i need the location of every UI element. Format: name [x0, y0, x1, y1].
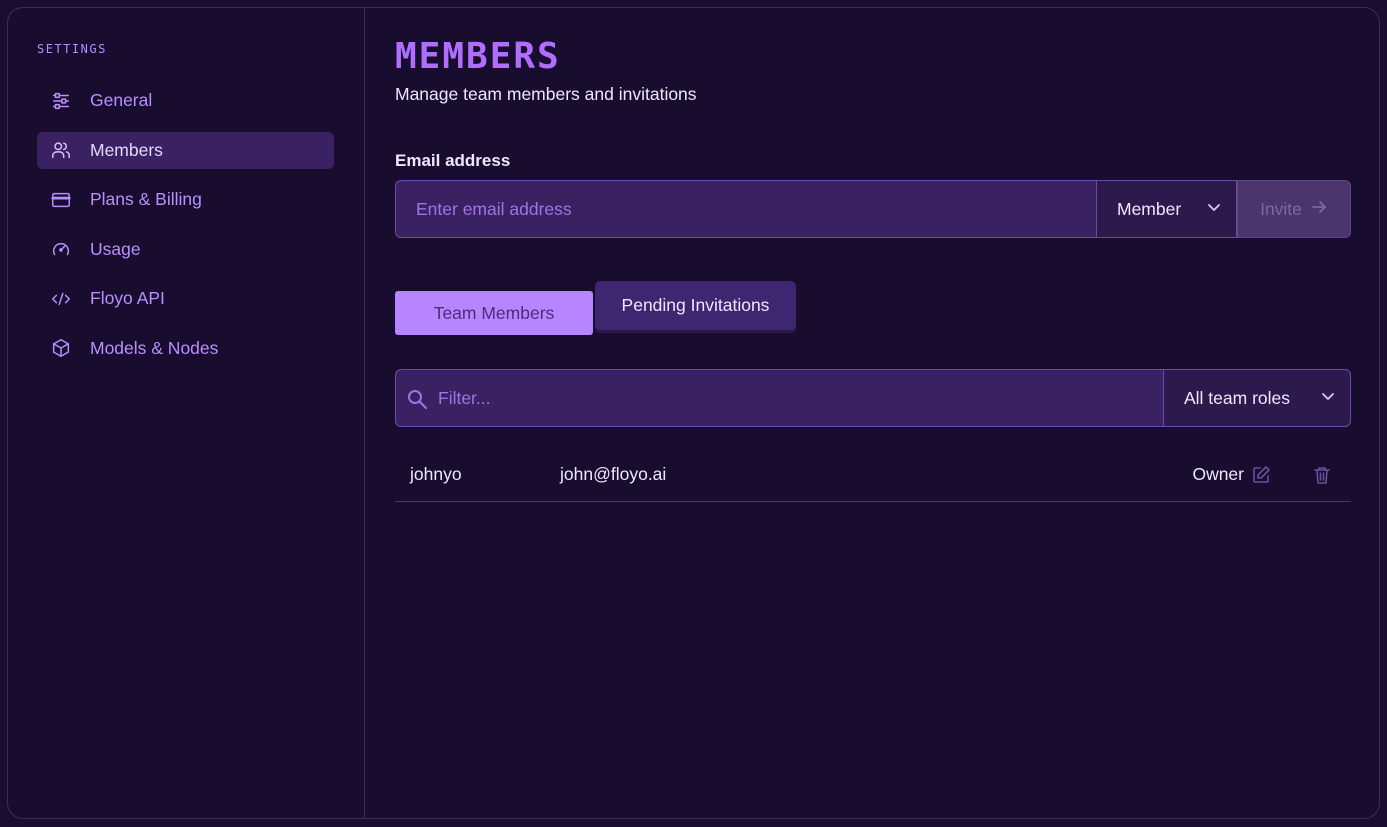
members-panel: MEMBERS Manage team members and invitati…: [395, 8, 1351, 818]
invite-form: Member Invite: [395, 180, 1351, 238]
sidebar-item-label: Members: [90, 139, 163, 160]
sidebar-item-label: General: [90, 90, 153, 110]
tab-team-members[interactable]: Team Members: [395, 291, 593, 335]
arrow-right-icon: [1310, 198, 1328, 221]
code-icon: [49, 287, 73, 311]
gauge-icon: [49, 237, 73, 261]
trash-icon[interactable]: [1311, 464, 1333, 486]
sidebar-item-members[interactable]: Members: [37, 131, 334, 169]
page-title: MEMBERS: [395, 36, 561, 77]
invite-button[interactable]: Invite: [1237, 180, 1351, 238]
page-subtitle: Manage team members and invitations: [395, 84, 697, 104]
member-email: john@floyo.ai: [560, 464, 667, 484]
sidebar-item-floyo-api[interactable]: Floyo API: [37, 280, 334, 317]
settings-nav: General Members Plans & Billing Usage Fl…: [37, 82, 334, 380]
chevron-down-icon: [1206, 199, 1222, 220]
team-roles-value: All team roles: [1184, 387, 1291, 408]
credit-card-icon: [49, 188, 73, 212]
settings-sidebar: SETTINGS General Members Plans & Billing: [8, 8, 365, 818]
member-filter-bar: All team roles: [395, 369, 1351, 427]
sidebar-item-general[interactable]: General: [37, 82, 334, 119]
tab-label: Pending Invitations: [621, 295, 770, 315]
search-icon: [406, 388, 428, 410]
chevron-down-icon: [1320, 388, 1336, 409]
sidebar-section-label: SETTINGS: [37, 42, 107, 56]
sidebar-item-models-nodes[interactable]: Models & Nodes: [37, 330, 334, 367]
table-row: johnyo john@floyo.ai Owner: [395, 448, 1351, 502]
sidebar-item-usage[interactable]: Usage: [37, 231, 334, 268]
filter-input[interactable]: [438, 370, 1138, 426]
invite-role-select[interactable]: Member: [1096, 180, 1237, 238]
sidebar-item-label: Plans & Billing: [90, 189, 202, 210]
edit-icon[interactable]: [1250, 464, 1272, 486]
tab-label: Team Members: [433, 302, 555, 323]
invite-button-label: Invite: [1260, 198, 1302, 219]
invite-role-value: Member: [1117, 198, 1182, 219]
team-roles-select[interactable]: All team roles: [1163, 369, 1351, 427]
sidebar-item-plans-billing[interactable]: Plans & Billing: [37, 181, 334, 218]
filter-box: [395, 369, 1163, 427]
member-username: johnyo: [410, 464, 462, 484]
sidebar-item-label: Models & Nodes: [90, 337, 219, 358]
sidebar-item-label: Floyo API: [90, 288, 165, 309]
sliders-icon: [49, 89, 73, 113]
users-icon: [49, 138, 73, 162]
email-field[interactable]: [395, 180, 1096, 238]
member-role: Owner: [1192, 464, 1244, 484]
sidebar-item-label: Usage: [90, 238, 141, 259]
settings-window: SETTINGS General Members Plans & Billing: [7, 7, 1380, 819]
tab-pending-invitations[interactable]: Pending Invitations: [595, 281, 796, 330]
email-field-label: Email address: [395, 151, 511, 170]
cube-icon: [49, 336, 73, 360]
